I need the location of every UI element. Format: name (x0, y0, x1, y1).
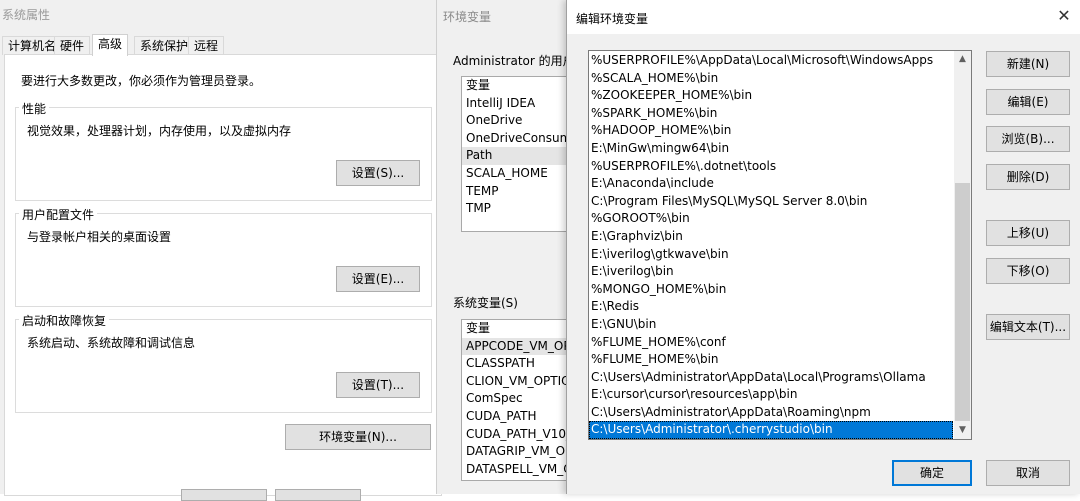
performance-desc: 视觉效果，处理器计划，内存使用，以及虚拟内存 (27, 124, 292, 138)
environment-variables-button[interactable]: 环境变量(N)... (285, 424, 431, 450)
path-list-item[interactable]: %FLUME_HOME%\bin (589, 351, 953, 369)
window-title: 系统属性 (2, 8, 51, 22)
user-variable-item[interactable]: OneDriveConsumer (462, 130, 582, 148)
close-icon[interactable]: ✕ (1055, 7, 1073, 25)
system-variable-item[interactable]: CLASSPATH (462, 355, 582, 373)
user-profiles-settings-button[interactable]: 设置(E)... (336, 266, 420, 292)
user-variable-item[interactable]: Path (462, 147, 582, 165)
system-variable-item[interactable]: CLION_VM_OPTIONS (462, 373, 582, 391)
path-list-item[interactable]: %USERPROFILE%\.dotnet\tools (589, 158, 953, 176)
path-list-item[interactable]: %SPARK_HOME%\bin (589, 105, 953, 123)
edit-environment-variable-window: 编辑环境变量 ✕ %USERPROFILE%\AppData\Local\Mic… (566, 0, 1080, 494)
move-down-button[interactable]: 下移(O) (986, 258, 1070, 284)
system-variable-item[interactable]: CUDA_PATH_V10_1 (462, 426, 582, 444)
path-list-item[interactable]: C:\Users\Administrator\AppData\Local\Pro… (589, 369, 953, 387)
path-list-item[interactable]: E:\MinGw\mingw64\bin (589, 140, 953, 158)
startup-recovery-desc: 系统启动、系统故障和调试信息 (27, 336, 196, 350)
system-variable-item[interactable]: ComSpec (462, 390, 582, 408)
tab-computer-name[interactable]: 计算机名 (2, 36, 63, 55)
system-variable-item[interactable]: CUDA_PATH (462, 408, 582, 426)
startup-recovery-group: 启动和故障恢复 系统启动、系统故障和调试信息 设置(T)... (15, 312, 432, 413)
scrollbar-thumb[interactable] (955, 183, 970, 421)
user-variable-item[interactable]: SCALA_HOME (462, 165, 582, 183)
scroll-down-icon[interactable]: ▼ (954, 422, 971, 439)
path-list-item[interactable]: E:\iverilog\gtkwave\bin (589, 246, 953, 264)
user-variable-item[interactable]: TMP (462, 200, 582, 218)
path-list-item[interactable]: C:\Users\Administrator\AppData\Roaming\n… (589, 404, 953, 422)
path-list-item[interactable]: E:\GNU\bin (589, 316, 953, 334)
system-variables-header: 变量 (466, 321, 491, 335)
vertical-scrollbar[interactable]: ▲ ▼ (954, 51, 971, 439)
cancel-button-partial[interactable] (275, 489, 361, 501)
window-title: 环境变量 (443, 10, 492, 24)
path-list-item[interactable]: E:\Graphviz\bin (589, 228, 953, 246)
path-list-item[interactable]: E:\Anaconda\include (589, 175, 953, 193)
window-title: 编辑环境变量 (576, 12, 649, 26)
path-list-item[interactable]: %MONGO_HOME%\bin (589, 281, 953, 299)
tab-system-protection[interactable]: 系统保护 (134, 36, 195, 55)
ok-button[interactable]: 确定 (892, 460, 972, 486)
edit-button[interactable]: 编辑(E) (986, 89, 1070, 115)
move-up-button[interactable]: 上移(U) (986, 220, 1070, 246)
startup-recovery-settings-button[interactable]: 设置(T)... (336, 372, 420, 398)
path-list-item[interactable]: %USERPROFILE%\AppData\Local\Microsoft\Wi… (589, 52, 953, 70)
path-list-item[interactable]: E:\cursor\cursor\resources\app\bin (589, 386, 953, 404)
system-variables-list[interactable]: 变量 APPCODE_VM_OPTIONSCLASSPATHCLION_VM_O… (461, 319, 583, 481)
user-variable-item[interactable]: IntelliJ IDEA (462, 95, 582, 113)
path-list-item[interactable]: %GOROOT%\bin (589, 210, 953, 228)
path-list-item[interactable]: E:\Redis (589, 298, 953, 316)
user-variables-list[interactable]: 变量 IntelliJ IDEA OneDrive OneDriveConsumer… (461, 76, 583, 232)
user-variables-header: 变量 (466, 78, 491, 92)
performance-group: 性能 视觉效果，处理器计划，内存使用，以及虚拟内存 设置(S)... (15, 100, 432, 201)
tab-remote[interactable]: 远程 (188, 36, 225, 55)
cancel-button[interactable]: 取消 (986, 460, 1070, 486)
path-list-item[interactable]: E:\iverilog\bin (589, 263, 953, 281)
path-list-item[interactable]: %HADOOP_HOME%\bin (589, 122, 953, 140)
system-variables-label: 系统变量(S) (453, 296, 518, 310)
performance-settings-button[interactable]: 设置(S)... (336, 160, 420, 186)
system-variable-item[interactable]: APPCODE_VM_OPTIONS (462, 337, 582, 356)
edit-text-button[interactable]: 编辑文本(T)... (986, 314, 1070, 340)
startup-recovery-title: 启动和故障恢复 (19, 312, 110, 329)
tab-advanced[interactable]: 高级 (92, 34, 129, 56)
path-list[interactable]: %USERPROFILE%\AppData\Local\Microsoft\Wi… (588, 50, 972, 440)
system-properties-window: 系统属性 计算机名 硬件 高级 系统保护 远程 要进行大多数更改，你必须作为管理… (0, 0, 442, 501)
path-list-item[interactable]: %FLUME_HOME%\conf (589, 334, 953, 352)
path-list-item[interactable]: %ZOOKEEPER_HOME%\bin (589, 87, 953, 105)
delete-button[interactable]: 删除(D) (986, 164, 1070, 190)
new-button[interactable]: 新建(N) (986, 51, 1070, 77)
tab-hardware[interactable]: 硬件 (54, 36, 91, 55)
advanced-tab-page: 要进行大多数更改，你必须作为管理员登录。 性能 视觉效果，处理器计划，内存使用，… (4, 54, 442, 501)
user-variable-item[interactable]: OneDrive (462, 112, 582, 130)
system-variable-item[interactable]: DATASPELL_VM_OPTIONS (462, 461, 582, 479)
system-variable-item[interactable]: DATAGRIP_VM_OPTIONS (462, 443, 582, 461)
ok-button-partial[interactable] (181, 489, 267, 501)
user-profiles-group: 用户配置文件 与登录帐户相关的桌面设置 设置(E)... (15, 206, 432, 307)
user-profiles-title: 用户配置文件 (19, 206, 98, 223)
admin-note: 要进行大多数更改，你必须作为管理员登录。 (21, 74, 262, 88)
browse-button[interactable]: 浏览(B)... (986, 126, 1070, 152)
path-list-item[interactable]: C:\Program Files\MySQL\MySQL Server 8.0\… (589, 193, 953, 211)
scroll-up-icon[interactable]: ▲ (954, 51, 971, 68)
path-list-item[interactable]: %SCALA_HOME%\bin (589, 70, 953, 88)
performance-title: 性能 (19, 100, 50, 117)
title-bar: 编辑环境变量 ✕ (567, 0, 1080, 34)
path-list-item[interactable]: C:\Users\Administrator\.cherrystudio\bin (589, 421, 953, 440)
user-variable-item[interactable]: TEMP (462, 183, 582, 201)
user-profiles-desc: 与登录帐户相关的桌面设置 (27, 230, 172, 244)
environment-variables-window: 环境变量 Administrator 的用户变量 变量 IntelliJ IDE… (436, 0, 599, 494)
